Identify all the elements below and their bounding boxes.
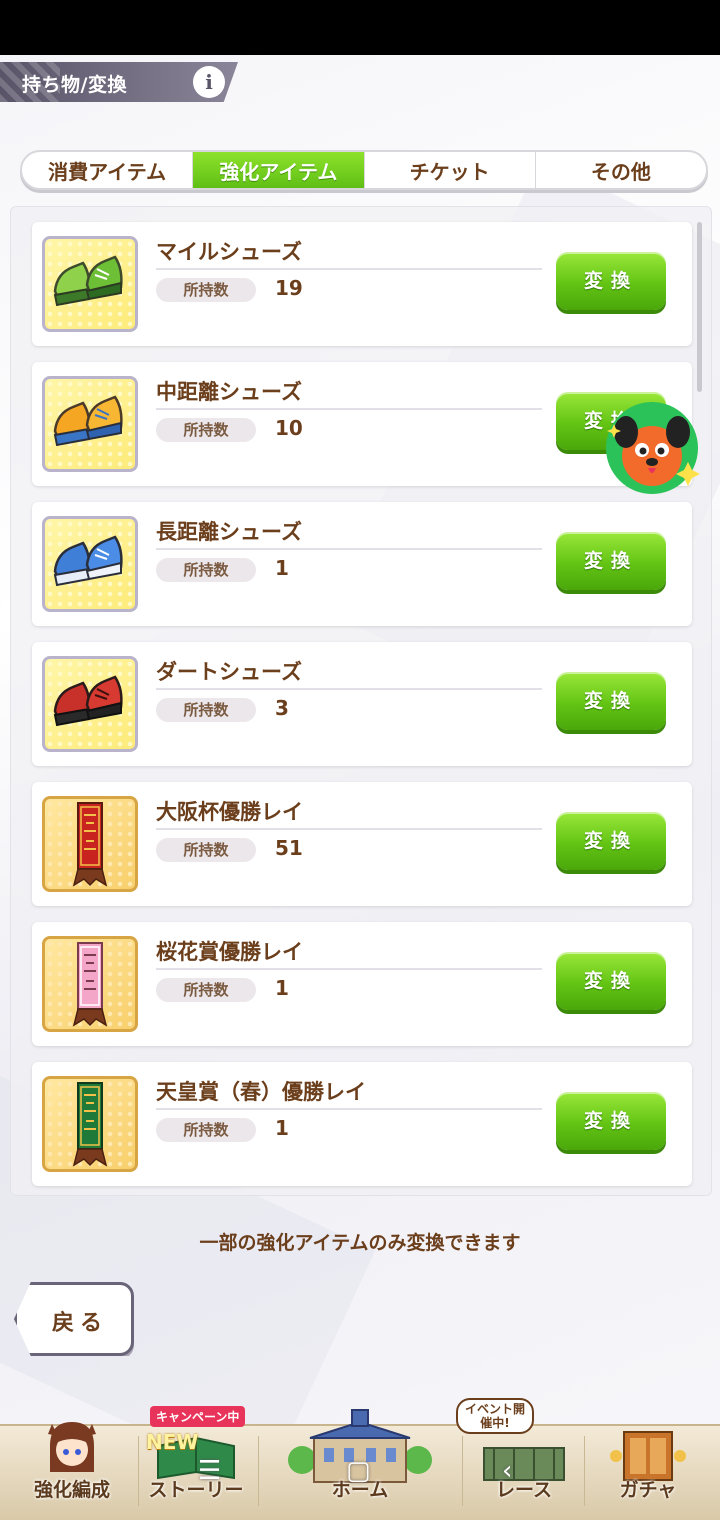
divider	[156, 828, 542, 830]
divider	[156, 1108, 542, 1110]
tab-other[interactable]: その他	[536, 152, 706, 188]
qty-value: 19	[275, 276, 303, 300]
item-name: 桜花賞優勝レイ	[156, 940, 303, 964]
mascot-assistant-icon[interactable]	[604, 400, 700, 496]
nav-label: レース	[495, 1479, 553, 1501]
info-button[interactable]: i	[193, 66, 225, 98]
qty-value: 1	[275, 556, 289, 580]
divider	[156, 688, 542, 690]
red-lei-icon	[42, 796, 138, 892]
divider	[156, 268, 542, 270]
convert-button[interactable]: 変換	[556, 952, 666, 1010]
nav-race[interactable]: レース	[464, 1424, 584, 1520]
qty-value: 10	[275, 416, 303, 440]
item-name: 天皇賞（春）優勝レイ	[156, 1080, 366, 1104]
nav-label: ガチャ	[619, 1479, 677, 1501]
convert-button[interactable]: 変換	[556, 252, 666, 310]
green-shoes-icon	[42, 236, 138, 332]
page-title: 持ち物/変換	[22, 74, 127, 96]
nav-training[interactable]: 強化編成	[12, 1422, 132, 1520]
nav-gacha[interactable]: ガチャ	[588, 1424, 708, 1520]
tab-consumable[interactable]: 消費アイテム	[22, 152, 194, 188]
tab-ticket[interactable]: チケット	[365, 152, 536, 188]
list-item: マイルシューズ 所持数 19 変換	[32, 222, 692, 346]
conversion-note: 一部の強化アイテムのみ変換できます	[199, 1232, 521, 1254]
item-name: 中距離シューズ	[156, 380, 302, 404]
nav-label: ストーリー	[148, 1479, 244, 1501]
divider	[258, 1436, 259, 1506]
list-item: ダートシューズ 所持数 3 変換	[32, 642, 692, 766]
divider	[156, 968, 542, 970]
divider	[156, 408, 542, 410]
list-item: 中距離シューズ 所持数 10 変換	[32, 362, 692, 486]
blue-shoes-icon	[42, 516, 138, 612]
convert-button[interactable]: 変換	[556, 672, 666, 730]
convert-button[interactable]: 変換	[556, 812, 666, 870]
red-shoes-icon	[42, 656, 138, 752]
qty-value: 1	[275, 1116, 289, 1140]
new-badge: NEW	[146, 1430, 199, 1454]
pink-lei-icon	[42, 936, 138, 1032]
list-item: 長距離シューズ 所持数 1 変換	[32, 502, 692, 626]
qty-value: 51	[275, 836, 303, 860]
back-system-icon[interactable]: ‹	[502, 1456, 512, 1486]
status-bar	[0, 0, 720, 55]
home-system-icon[interactable]: ▢	[346, 1456, 371, 1486]
qty-label: 所持数	[156, 698, 256, 722]
qty-label: 所持数	[156, 418, 256, 442]
campaign-badge: キャンペーン中	[150, 1406, 246, 1427]
item-name: 大阪杯優勝レイ	[156, 800, 303, 824]
divider	[156, 548, 542, 550]
qty-label: 所持数	[156, 838, 256, 862]
event-badge: イベント開催中!	[456, 1398, 534, 1434]
divider	[584, 1436, 585, 1506]
character-icon	[48, 1422, 96, 1472]
item-name: マイルシューズ	[156, 240, 302, 264]
qty-label: 所持数	[156, 1118, 256, 1142]
qty-label: 所持数	[156, 978, 256, 1002]
green-lei-icon	[42, 1076, 138, 1172]
tab-enhancement[interactable]: 強化アイテム	[193, 152, 365, 188]
category-tabs: 消費アイテム 強化アイテム チケット その他	[20, 150, 708, 190]
back-button-label[interactable]: 戻る	[52, 1305, 108, 1337]
list-item: 桜花賞優勝レイ 所持数 1 変換	[32, 922, 692, 1046]
scrollbar[interactable]	[697, 222, 702, 392]
convert-button[interactable]: 変換	[556, 532, 666, 590]
nav-label: 強化編成	[33, 1479, 110, 1501]
recent-apps-icon[interactable]: ☰	[198, 1456, 221, 1486]
qty-label: 所持数	[156, 278, 256, 302]
convert-button[interactable]: 変換	[556, 1092, 666, 1150]
qty-label: 所持数	[156, 558, 256, 582]
list-item: 大阪杯優勝レイ 所持数 51 変換	[32, 782, 692, 906]
divider	[462, 1436, 463, 1506]
item-name: 長距離シューズ	[156, 520, 302, 544]
list-item: 天皇賞（春）優勝レイ 所持数 1 変換	[32, 1062, 692, 1186]
orange-shoes-icon	[42, 376, 138, 472]
qty-value: 1	[275, 976, 289, 1000]
qty-value: 3	[275, 696, 289, 720]
item-name: ダートシューズ	[156, 660, 302, 684]
